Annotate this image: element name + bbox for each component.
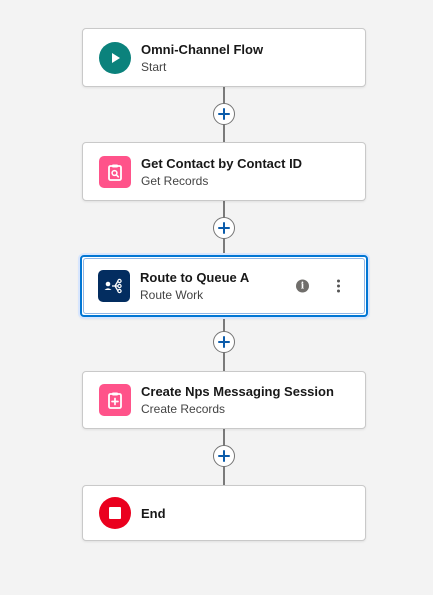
- add-element-button[interactable]: [213, 103, 235, 125]
- flow-node-end[interactable]: End: [82, 485, 366, 541]
- flow-node-route-work[interactable]: Route to Queue A Route Work i: [80, 255, 368, 317]
- node-subtitle: Get Records: [141, 173, 209, 188]
- info-icon[interactable]: i: [296, 279, 309, 293]
- create-records-icon: [99, 384, 131, 416]
- node-subtitle: Start: [141, 59, 167, 74]
- node-title: Get Contact by Contact ID: [141, 155, 303, 171]
- flow-node-start[interactable]: Omni-Channel Flow Start: [82, 28, 366, 87]
- add-element-button[interactable]: [213, 217, 235, 239]
- plus-icon: [218, 108, 230, 120]
- node-title: Omni-Channel Flow: [141, 41, 264, 57]
- stop-icon: [99, 497, 131, 529]
- plus-icon: [218, 450, 230, 462]
- flow-node-create-records[interactable]: Create Nps Messaging Session Create Reco…: [82, 371, 366, 429]
- node-subtitle: Create Records: [141, 402, 226, 416]
- play-icon: [99, 41, 131, 74]
- add-element-button[interactable]: [213, 445, 235, 467]
- node-title: End: [141, 505, 166, 521]
- more-actions-icon[interactable]: [333, 278, 344, 295]
- flow-node-get-records[interactable]: Get Contact by Contact ID Get Records: [82, 142, 366, 201]
- add-element-button[interactable]: [213, 331, 235, 353]
- plus-icon: [218, 222, 230, 234]
- node-subtitle: Route Work: [140, 288, 204, 302]
- plus-icon: [218, 336, 230, 348]
- route-work-icon: [98, 270, 130, 302]
- node-title: Route to Queue A: [140, 270, 250, 285]
- node-actions: i: [296, 278, 344, 295]
- get-records-icon: [99, 155, 131, 188]
- flow-canvas: Omni-Channel Flow Start Get Contact by C…: [0, 0, 433, 595]
- node-title: Create Nps Messaging Session: [141, 384, 334, 399]
